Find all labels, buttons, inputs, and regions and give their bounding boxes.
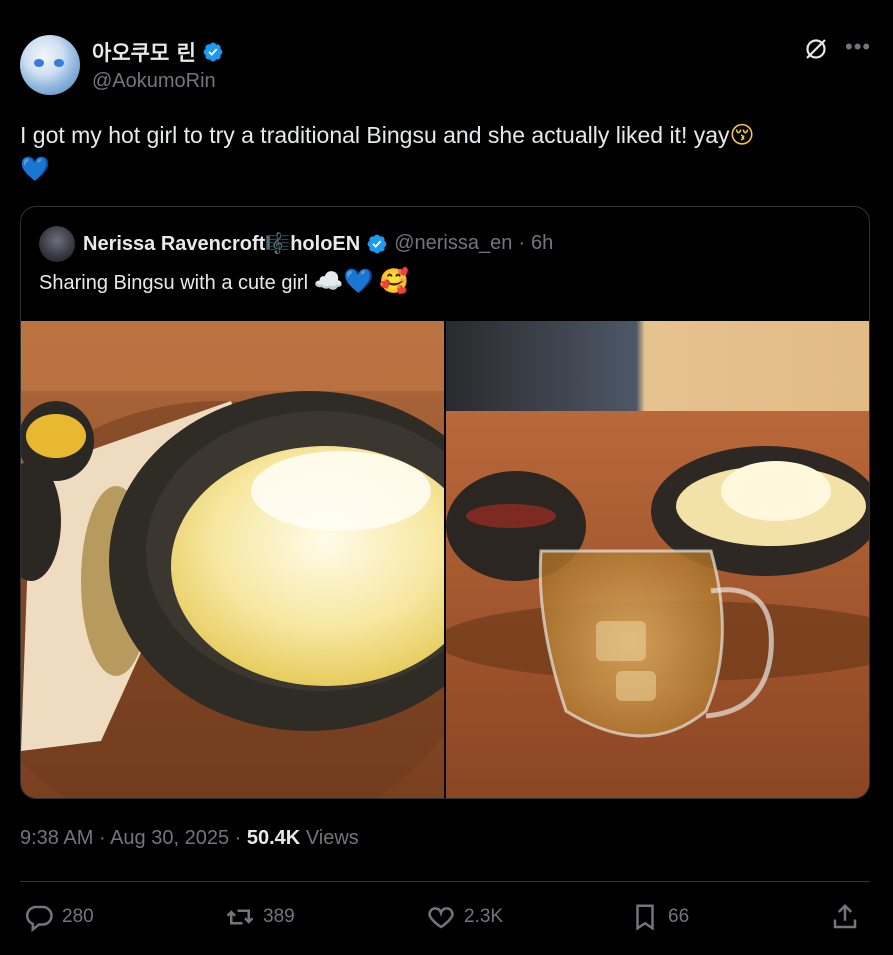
quoted-author-display-name[interactable]: Nerissa Ravencroft <box>83 233 265 255</box>
photo-tea-pitcher[interactable] <box>446 321 869 798</box>
quoted-author-handle[interactable]: @nerissa_en <box>394 232 512 255</box>
blue-heart-emoji: 💙 <box>20 156 50 183</box>
views-count[interactable]: 50.4K <box>247 827 300 849</box>
cloud-emoji: ☁️ <box>313 268 344 295</box>
like-button[interactable]: 2.3K <box>426 897 503 937</box>
quoted-tweet-body: Sharing Bingsu with a cute girl <box>39 272 309 294</box>
repost-icon <box>226 909 254 925</box>
bookmark-count: 66 <box>668 906 690 927</box>
quoted-tweet-time[interactable]: 6h <box>531 232 553 255</box>
divider <box>20 881 870 882</box>
views-label: Views <box>305 827 359 849</box>
blue-heart-emoji: 💙 <box>343 268 374 295</box>
author-avatar[interactable] <box>20 35 80 95</box>
reply-icon <box>25 905 53 932</box>
meta-separator: · <box>234 827 242 849</box>
share-button[interactable] <box>830 897 860 937</box>
tweet-meta: 9:38 AM · Aug 30, 2025 · 50.4K Views <box>20 827 359 850</box>
photo-bingsu-bowl[interactable] <box>21 321 444 798</box>
author-name-row[interactable]: 아오쿠모 린 <box>92 37 224 67</box>
bookmark-icon <box>636 904 654 931</box>
tweet-date[interactable]: Aug 30, 2025 <box>110 827 229 849</box>
action-bar: 280 389 2.3K 66 <box>20 897 870 937</box>
tweet-text: I got my hot girl to try a traditional B… <box>20 118 870 186</box>
quoted-tweet-header: Nerissa Ravencroft🎼holoEN @nerissa_en · … <box>83 231 553 256</box>
repost-count: 389 <box>263 906 295 927</box>
tweet-body: I got my hot girl to try a traditional B… <box>20 122 730 148</box>
quoted-author-avatar[interactable] <box>39 226 75 262</box>
quoted-separator: · <box>518 232 526 254</box>
smiling-face-with-hearts-emoji: 🥰 <box>378 268 409 295</box>
quoted-author-name-suffix[interactable]: holoEN <box>290 233 360 255</box>
grok-icon[interactable] <box>803 36 829 62</box>
author-display-name[interactable]: 아오쿠모 린 <box>92 37 196 67</box>
tea-pitcher-image <box>446 321 869 798</box>
quoted-verified-badge-icon <box>367 234 387 253</box>
quoted-tweet-media <box>21 321 869 798</box>
quoted-tweet-card[interactable]: Nerissa Ravencroft🎼holoEN @nerissa_en · … <box>20 206 870 799</box>
share-icon <box>833 903 857 929</box>
quoted-author-name[interactable]: Nerissa Ravencroft🎼holoEN <box>83 231 360 256</box>
like-count: 2.3K <box>464 906 504 927</box>
repost-button[interactable]: 389 <box>225 897 295 937</box>
heart-icon <box>428 907 454 929</box>
bookmark-button[interactable]: 66 <box>630 897 689 937</box>
meta-separator: · <box>98 827 106 849</box>
reply-button[interactable]: 280 <box>24 897 94 937</box>
tweet-time[interactable]: 9:38 AM <box>20 827 93 849</box>
more-options-icon[interactable]: ••• <box>845 36 870 60</box>
verified-badge-icon <box>203 42 223 62</box>
author-handle[interactable]: @AokumoRin <box>92 70 216 93</box>
music-score-emoji: 🎼 <box>265 233 291 255</box>
bingsu-bowl-image <box>21 321 444 798</box>
quoted-tweet-text: Sharing Bingsu with a cute girl ☁️💙 🥰 <box>39 270 409 295</box>
kissing-face-emoji: 😚 <box>729 122 755 149</box>
reply-count: 280 <box>62 906 94 927</box>
